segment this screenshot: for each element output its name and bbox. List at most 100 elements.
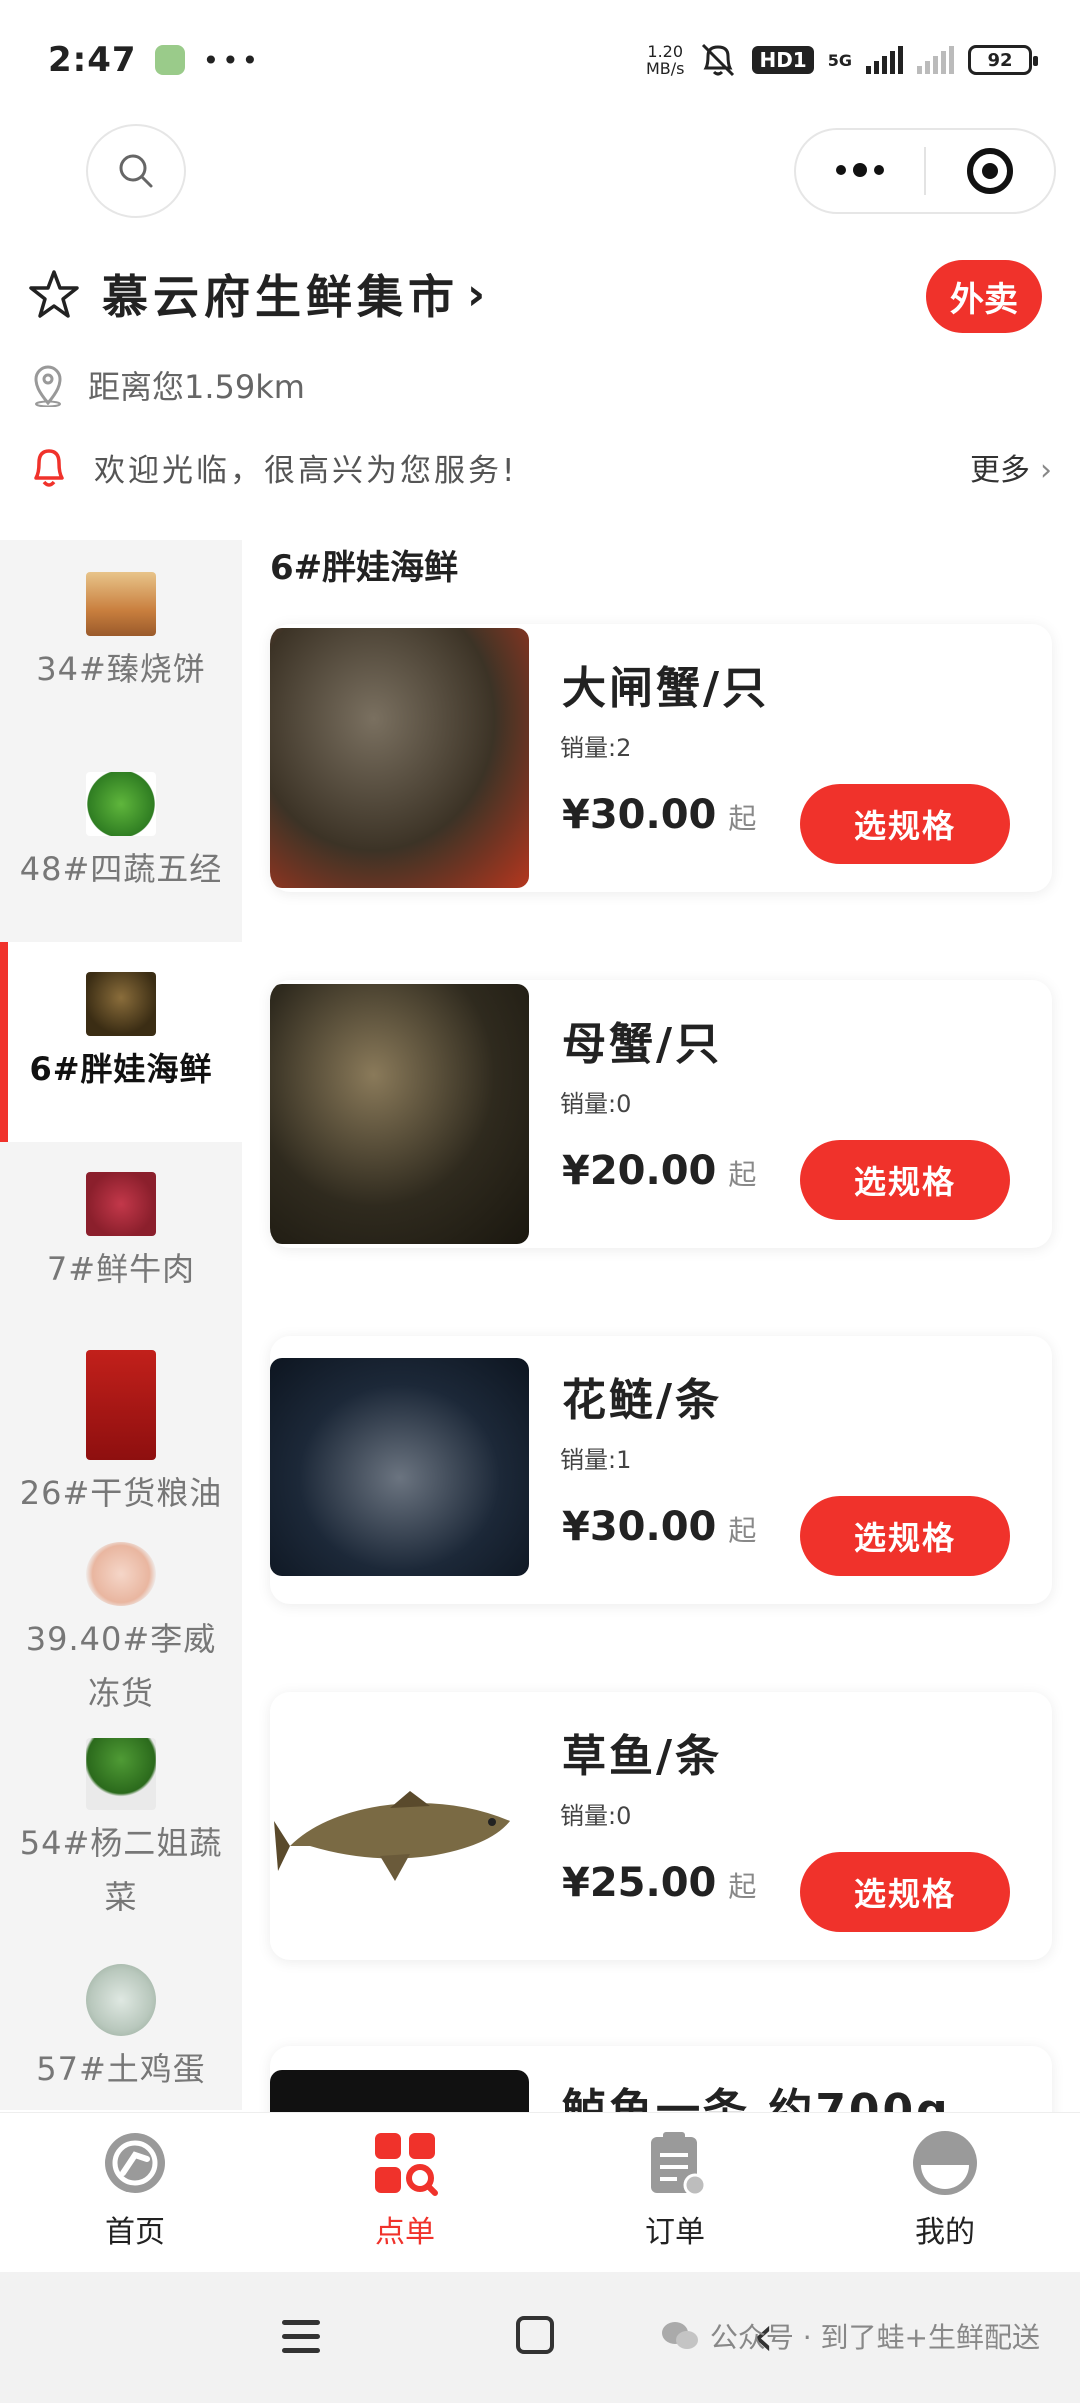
home-icon (105, 2133, 165, 2193)
product-sales: 销量:1 (560, 1446, 632, 1474)
sidebar-item[interactable]: 48#四蔬五经 (0, 772, 242, 922)
product-card[interactable]: 花鲢/条 销量:1 ¥30.00 起 选规格 (270, 1336, 1052, 1604)
notice-row: 欢迎光临，很高兴为您服务! 更多 › (28, 444, 1052, 490)
sidebar-item-label: 54#杨二姐蔬菜 (19, 1824, 223, 1916)
distance-row: 距离您1.59km (30, 362, 305, 408)
target-icon (967, 148, 1013, 194)
wechat-icon (661, 2322, 698, 2349)
price-value: ¥30.00 (562, 1504, 717, 1550)
sidebar-item[interactable]: 26#干货粮油 (0, 1350, 242, 1530)
tab-order[interactable]: 点单 (270, 2113, 540, 2272)
tab-label: 我的 (915, 2215, 975, 2250)
tab-label: 首页 (105, 2215, 165, 2250)
price-suffix: 起 (728, 802, 757, 835)
select-spec-button[interactable]: 选规格 (800, 1140, 1010, 1220)
product-name: 母蟹/只 (562, 1019, 723, 1070)
store-name[interactable]: 慕云府生鲜集市 (102, 261, 459, 327)
product-card[interactable]: 母蟹/只 销量:0 ¥20.00 起 选规格 (270, 980, 1052, 1248)
sidebar-item-label: 6#胖娃海鲜 (29, 1050, 213, 1088)
product-name: 大闸蟹/只 (562, 663, 770, 714)
search-button[interactable] (86, 124, 186, 218)
product-card[interactable]: 大闸蟹/只 销量:2 ¥30.00 起 选规格 (270, 624, 1052, 892)
category-sidebar: 34#臻烧饼 48#四蔬五经 6#胖娃海鲜 7#鲜牛肉 26#干货粮油 39.4… (0, 540, 242, 2110)
price-value: ¥30.00 (562, 792, 717, 838)
top-bar (0, 124, 1080, 218)
sidebar-item[interactable]: 34#臻烧饼 (0, 572, 242, 722)
tab-profile[interactable]: 我的 (810, 2113, 1080, 2272)
product-image (270, 628, 529, 888)
sidebar-item-label: 57#土鸡蛋 (36, 2050, 206, 2088)
product-sales: 销量:0 (560, 1802, 632, 1830)
speed-unit: MB/s (645, 59, 685, 78)
star-icon[interactable] (28, 268, 80, 320)
product-sales: 销量:0 (560, 1090, 632, 1118)
battery-level: 92 (987, 49, 1013, 71)
grass-carp-image (274, 1791, 510, 1881)
battery-icon: 92 (968, 45, 1038, 75)
eggs-thumbnail (86, 1964, 156, 2036)
chevron-right-icon: › (1040, 453, 1052, 488)
bottom-tab-bar: 首页 点单 订单 我的 (0, 2112, 1080, 2272)
category-title: 6#胖娃海鲜 (270, 548, 459, 588)
product-price: ¥30.00 起 (562, 1504, 756, 1550)
product-card[interactable]: 草鱼/条 销量:0 ¥25.00 起 选规格 (270, 1692, 1052, 1960)
status-time: 2:47 (48, 40, 137, 80)
speed-value: 1.20 (647, 42, 684, 61)
app-notification-icon (154, 45, 185, 75)
signal-2-icon (917, 46, 954, 74)
clipboard-icon (651, 2132, 707, 2197)
select-spec-button[interactable]: 选规格 (800, 784, 1010, 864)
search-icon (119, 154, 153, 188)
sidebar-item-label: 26#干货粮油 (19, 1474, 223, 1512)
sidebar-item-label: 39.40#李威冻货 (25, 1620, 217, 1712)
sidebar-item-label: 34#臻烧饼 (36, 650, 206, 688)
profile-icon (913, 2131, 977, 2195)
close-button[interactable] (926, 148, 1054, 194)
sidebar-item[interactable]: 57#土鸡蛋 (0, 1964, 242, 2104)
product-price: ¥20.00 起 (562, 1148, 756, 1194)
watermark: 公众号 · 到了蛙+生鲜配送 (660, 2316, 1040, 2356)
product-image (270, 984, 529, 1244)
select-spec-button[interactable]: 选规格 (800, 1496, 1010, 1576)
more-button[interactable] (796, 163, 924, 177)
product-name: 草鱼/条 (562, 1731, 723, 1782)
store-header: 慕云府生鲜集市 › 外卖 (0, 254, 1080, 334)
price-value: ¥20.00 (562, 1148, 717, 1194)
location-pin-icon (34, 365, 62, 407)
price-value: ¥25.00 (562, 1860, 717, 1906)
hd-voice-icon: HD1 (752, 46, 814, 74)
sidebar-item[interactable]: 7#鲜牛肉 (0, 1172, 242, 1322)
notice-more-link[interactable]: 更多 › (970, 445, 1052, 489)
network-speed: 1.20 MB/s (646, 43, 685, 77)
sidebar-item[interactable]: 54#杨二姐蔬菜 (0, 1738, 242, 1938)
tab-home[interactable]: 首页 (0, 2113, 270, 2272)
beef-thumbnail (86, 1172, 156, 1236)
price-suffix: 起 (728, 1870, 757, 1903)
seafood-thumbnail (86, 972, 156, 1036)
sidebar-item[interactable]: 39.40#李威冻货 (0, 1542, 242, 1742)
pancake-thumbnail (86, 572, 156, 636)
select-spec-button[interactable]: 选规格 (800, 1852, 1010, 1932)
sidebar-item-active[interactable]: 6#胖娃海鲜 (0, 942, 242, 1142)
mini-program-capsule (794, 128, 1056, 214)
status-bar: 2:47 ••• 1.20 MB/s HD1 5G 92 (0, 0, 1080, 120)
order-menu-icon (375, 2133, 438, 2196)
vegetable-thumbnail (86, 772, 156, 836)
mute-bell-icon (702, 43, 735, 77)
dry-goods-thumbnail (86, 1350, 156, 1460)
sidebar-item-label: 7#鲜牛肉 (46, 1250, 196, 1288)
tab-orders[interactable]: 订单 (540, 2113, 810, 2272)
product-name: 花鲢/条 (562, 1375, 723, 1426)
home-nav-icon[interactable] (516, 2316, 554, 2354)
recent-apps-icon[interactable] (282, 2320, 320, 2362)
watermark-text: 公众号 · 到了蛙+生鲜配送 (709, 2321, 1040, 2354)
product-price: ¥30.00 起 (562, 792, 756, 838)
chevron-right-icon[interactable]: › (467, 269, 485, 320)
price-suffix: 起 (728, 1514, 757, 1547)
sidebar-item-label: 48#四蔬五经 (19, 850, 223, 888)
more-notifications-icon: ••• (202, 43, 262, 77)
tab-label: 点单 (375, 2215, 435, 2250)
tab-label: 订单 (645, 2215, 705, 2250)
takeout-badge[interactable]: 外卖 (926, 260, 1042, 333)
product-image (270, 1696, 529, 1956)
